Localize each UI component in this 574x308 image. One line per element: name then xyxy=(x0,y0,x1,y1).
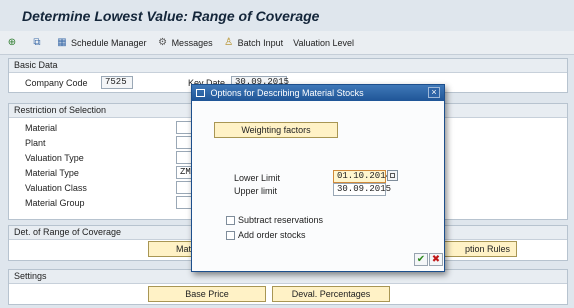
confirm-button[interactable]: ✔ xyxy=(414,253,428,266)
company-code-field[interactable]: 7525 xyxy=(101,76,133,89)
schedule-manager-button[interactable]: ▦ Schedule Manager xyxy=(56,36,147,49)
basic-data-header: Basic Data xyxy=(9,59,567,73)
valuation-level-button[interactable]: Valuation Level xyxy=(293,38,354,48)
cancel-button[interactable]: ✖ xyxy=(429,253,443,266)
variant-button[interactable]: ⧉ xyxy=(31,37,46,49)
dialog-window-icon xyxy=(196,88,205,97)
valuation-class-field[interactable] xyxy=(176,181,192,194)
batch-input-button[interactable]: ♙ Batch Input xyxy=(223,36,284,49)
dialog-title: Options for Describing Material Stocks xyxy=(210,88,364,98)
upper-limit-field[interactable]: 30.09.2015 xyxy=(333,183,391,196)
variant-icon: ⧉ xyxy=(33,36,41,48)
valuation-type-label: Valuation Type xyxy=(25,153,84,163)
options-dialog: Options for Describing Material Stocks ×… xyxy=(191,84,445,272)
subtract-reservations-checkbox[interactable] xyxy=(226,216,235,225)
valuation-level-label: Valuation Level xyxy=(293,37,355,48)
plant-field[interactable] xyxy=(176,136,192,149)
settings-section: Settings Base Price Deval. Percentages xyxy=(8,269,568,305)
valuation-class-label: Valuation Class xyxy=(25,183,87,193)
upper-limit-label: Upper limit xyxy=(234,186,278,196)
base-price-button[interactable]: Base Price xyxy=(148,286,266,302)
schedule-manager-label: Schedule Manager xyxy=(71,37,147,48)
material-type-label: Material Type xyxy=(25,168,79,178)
application-toolbar: ⊕ ⧉ ▦ Schedule Manager ⚙ Messages ♙ Batc… xyxy=(0,31,574,55)
messages-label: Messages xyxy=(171,37,213,48)
subtract-reservations-label: Subtract reservations xyxy=(238,215,324,225)
calendar-picker-glyph xyxy=(390,173,395,178)
plant-label: Plant xyxy=(25,138,46,148)
dialog-close-button[interactable]: × xyxy=(428,87,440,98)
calendar-icon: ▦ xyxy=(57,36,67,48)
lower-limit-field[interactable]: 01.10.2014 xyxy=(333,170,391,183)
batch-input-icon: ♙ xyxy=(224,36,234,48)
deval-percentages-button[interactable]: Deval. Percentages xyxy=(272,286,390,302)
messages-button[interactable]: ⚙ Messages xyxy=(157,37,213,49)
material-group-field[interactable] xyxy=(176,196,192,209)
messages-icon: ⚙ xyxy=(158,36,168,48)
company-code-label: Company Code xyxy=(25,78,88,88)
add-order-stocks-checkbox[interactable] xyxy=(226,231,235,240)
settings-header: Settings xyxy=(9,270,567,284)
weighting-factors-button[interactable]: Weighting factors xyxy=(214,122,338,138)
execute-button[interactable]: ⊕ xyxy=(6,37,21,49)
material-group-label: Material Group xyxy=(25,198,85,208)
material-type-field[interactable]: ZMA xyxy=(176,166,192,179)
batch-input-label: Batch Input xyxy=(237,37,284,48)
add-order-stocks-label: Add order stocks xyxy=(238,230,306,240)
dialog-title-bar[interactable]: Options for Describing Material Stocks × xyxy=(192,85,444,101)
title-bar: Determine Lowest Value: Range of Coverag… xyxy=(0,0,574,31)
valuation-type-field[interactable] xyxy=(176,151,192,164)
calendar-picker-icon[interactable] xyxy=(387,170,398,181)
execute-icon: ⊕ xyxy=(7,36,17,48)
cancel-icon: ✖ xyxy=(431,254,441,265)
material-field[interactable] xyxy=(176,121,192,134)
check-icon: ✔ xyxy=(416,254,426,265)
material-label: Material xyxy=(25,123,58,133)
exception-rules-button[interactable]: ption Rules xyxy=(439,241,517,257)
page-title: Determine Lowest Value: Range of Coverag… xyxy=(22,8,320,24)
lower-limit-label: Lower Limit xyxy=(234,173,281,183)
